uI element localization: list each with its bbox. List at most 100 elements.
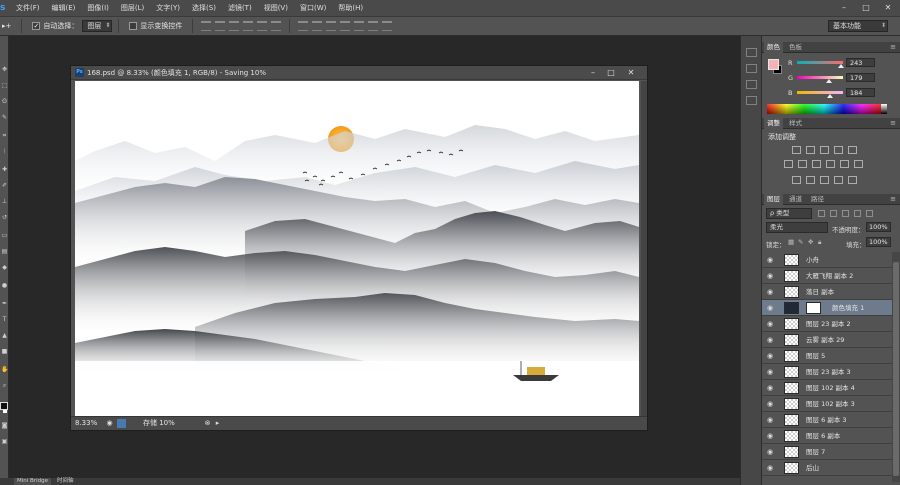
tab-channels[interactable]: 通道 (786, 194, 805, 205)
visibility-eye-icon[interactable]: ◉ (766, 352, 774, 360)
cancel-save-icon[interactable]: ⊗ (203, 419, 212, 428)
document-vertical-scrollbar[interactable] (641, 81, 647, 416)
tab-styles[interactable]: 样式 (786, 118, 805, 129)
layers-scrollbar-thumb[interactable] (893, 262, 899, 476)
show-transform-checkbox[interactable] (129, 22, 138, 30)
layer-row[interactable]: ◉ 小舟 (762, 252, 892, 268)
brush-tool-icon[interactable]: ✐ (1, 182, 8, 189)
selective-color-icon[interactable] (848, 176, 857, 184)
filter-pixel-icon[interactable] (818, 210, 825, 217)
opacity-input[interactable]: 100% (866, 222, 891, 232)
align-top-icon[interactable] (201, 21, 212, 31)
menu-filter[interactable]: 滤镜(T) (222, 0, 258, 16)
vibrance-icon[interactable] (848, 146, 857, 154)
menu-select[interactable]: 选择(S) (186, 0, 222, 16)
visibility-eye-icon[interactable]: ◉ (766, 448, 774, 456)
history-brush-tool-icon[interactable]: ↺ (1, 214, 8, 221)
visibility-eye-icon[interactable]: ◉ (766, 368, 774, 376)
layer-row[interactable]: ◉ 图层 102 副本 3 (762, 396, 892, 412)
blur-tool-icon[interactable]: ◆ (1, 264, 8, 271)
distribute-left-icon[interactable] (340, 21, 351, 31)
distribute-vcenter-icon[interactable] (312, 21, 323, 31)
tab-mini-bridge[interactable]: Mini Bridge (14, 478, 51, 485)
visibility-eye-icon[interactable]: ◉ (766, 336, 774, 344)
distribute-bottom-icon[interactable] (326, 21, 337, 31)
zoom-level[interactable]: 8.33% (75, 417, 97, 430)
visibility-eye-icon[interactable]: ◉ (766, 256, 774, 264)
menu-window[interactable]: 窗口(W) (294, 0, 332, 16)
layer-row[interactable]: ◉ 颜色填充 1 (762, 300, 892, 316)
lasso-tool-icon[interactable]: ʘ (1, 98, 8, 105)
align-bottom-icon[interactable] (229, 21, 240, 31)
auto-select-dropdown[interactable]: 图层 (82, 20, 113, 32)
menu-view[interactable]: 视图(V) (258, 0, 294, 16)
visibility-eye-icon[interactable]: ◉ (766, 304, 774, 312)
black-white-icon[interactable] (812, 160, 821, 168)
visibility-eye-icon[interactable]: ◉ (766, 416, 774, 424)
visibility-eye-icon[interactable]: ◉ (766, 272, 774, 280)
layer-filter-dropdown[interactable]: ρ 类型 (766, 208, 812, 219)
move-tool-icon[interactable]: ✥ (1, 66, 8, 73)
slider-handle[interactable] (837, 64, 844, 68)
status-menu-arrow-icon[interactable]: ▸ (213, 419, 222, 428)
layer-row[interactable]: ◉ 图层 23 副本 3 (762, 364, 892, 380)
black-white-ramp[interactable] (881, 104, 887, 114)
brightness-contrast-icon[interactable] (792, 146, 801, 154)
channel-mixer-icon[interactable] (840, 160, 849, 168)
visibility-eye-icon[interactable]: ◉ (766, 464, 774, 472)
menu-type[interactable]: 文字(Y) (150, 0, 186, 16)
quick-select-tool-icon[interactable]: ✎ (1, 114, 8, 121)
layer-row[interactable]: ◉ 图层 5 (762, 348, 892, 364)
posterize-icon[interactable] (806, 176, 815, 184)
doc-maximize-button[interactable]: □ (603, 67, 619, 78)
eyedropper-tool-icon[interactable]: ᚽ (1, 148, 8, 155)
layer-row[interactable]: ◉ 图层 23 副本 2 (762, 316, 892, 332)
invert-icon[interactable] (792, 176, 801, 184)
menu-image[interactable]: 图像(I) (81, 0, 115, 16)
distribute-top-icon[interactable] (298, 21, 309, 31)
layer-row[interactable]: ◉ 图层 6 副本 (762, 428, 892, 444)
blue-value-input[interactable]: 184 (846, 88, 875, 97)
green-value-input[interactable]: 179 (846, 73, 875, 82)
dodge-tool-icon[interactable]: ● (1, 282, 8, 289)
document-canvas[interactable] (75, 81, 639, 417)
lock-transparency-icon[interactable]: ▦ (788, 238, 794, 246)
align-vcenter-icon[interactable] (215, 21, 226, 31)
tab-swatches[interactable]: 色板 (786, 42, 805, 53)
layer-row[interactable]: ◉ 后山 (762, 460, 892, 476)
doc-close-button[interactable]: ✕ (623, 67, 639, 78)
visibility-eye-icon[interactable]: ◉ (766, 288, 774, 296)
color-balance-icon[interactable] (798, 160, 807, 168)
visibility-eye-icon[interactable]: ◉ (766, 400, 774, 408)
threshold-icon[interactable] (820, 176, 829, 184)
healing-brush-tool-icon[interactable]: ✚ (1, 166, 8, 173)
layer-row[interactable]: ◉ 图层 7 (762, 444, 892, 460)
panel-menu-icon[interactable]: ≡ (890, 194, 896, 205)
levels-icon[interactable] (806, 146, 815, 154)
filter-adjustment-icon[interactable] (830, 210, 837, 217)
gradient-tool-icon[interactable]: ▤ (1, 248, 8, 255)
slider-handle[interactable] (826, 79, 833, 83)
shape-tool-icon[interactable]: ■ (1, 348, 8, 355)
slider-handle[interactable] (827, 94, 834, 98)
exposure-icon[interactable] (834, 146, 843, 154)
foreground-color-swatch[interactable] (768, 59, 779, 70)
filter-shape-icon[interactable] (854, 210, 861, 217)
clone-stamp-tool-icon[interactable]: ⊥ (1, 198, 8, 205)
properties-panel-icon[interactable] (746, 64, 757, 73)
tab-layers[interactable]: 图层 (764, 194, 783, 205)
filter-type-icon[interactable] (842, 210, 849, 217)
quick-mask-icon[interactable]: ◙ (1, 422, 8, 429)
tab-color[interactable]: 颜色 (764, 42, 783, 53)
app-close-button[interactable]: ✕ (882, 2, 894, 13)
workspace-dropdown[interactable]: 基本功能 (828, 20, 888, 32)
history-panel-icon[interactable] (746, 48, 757, 57)
layers-scrollbar[interactable] (892, 252, 900, 482)
app-maximize-button[interactable]: □ (860, 2, 872, 13)
menu-help[interactable]: 帮助(H) (332, 0, 369, 16)
auto-align-icon[interactable] (382, 21, 393, 31)
character-panel-icon[interactable] (746, 80, 757, 89)
document-title-bar[interactable]: Ps 168.psd @ 8.33% (颜色填充 1, RGB/8) - Sav… (71, 66, 647, 80)
layer-row[interactable]: ◉ 落日 副本 (762, 284, 892, 300)
red-slider[interactable] (797, 61, 843, 64)
